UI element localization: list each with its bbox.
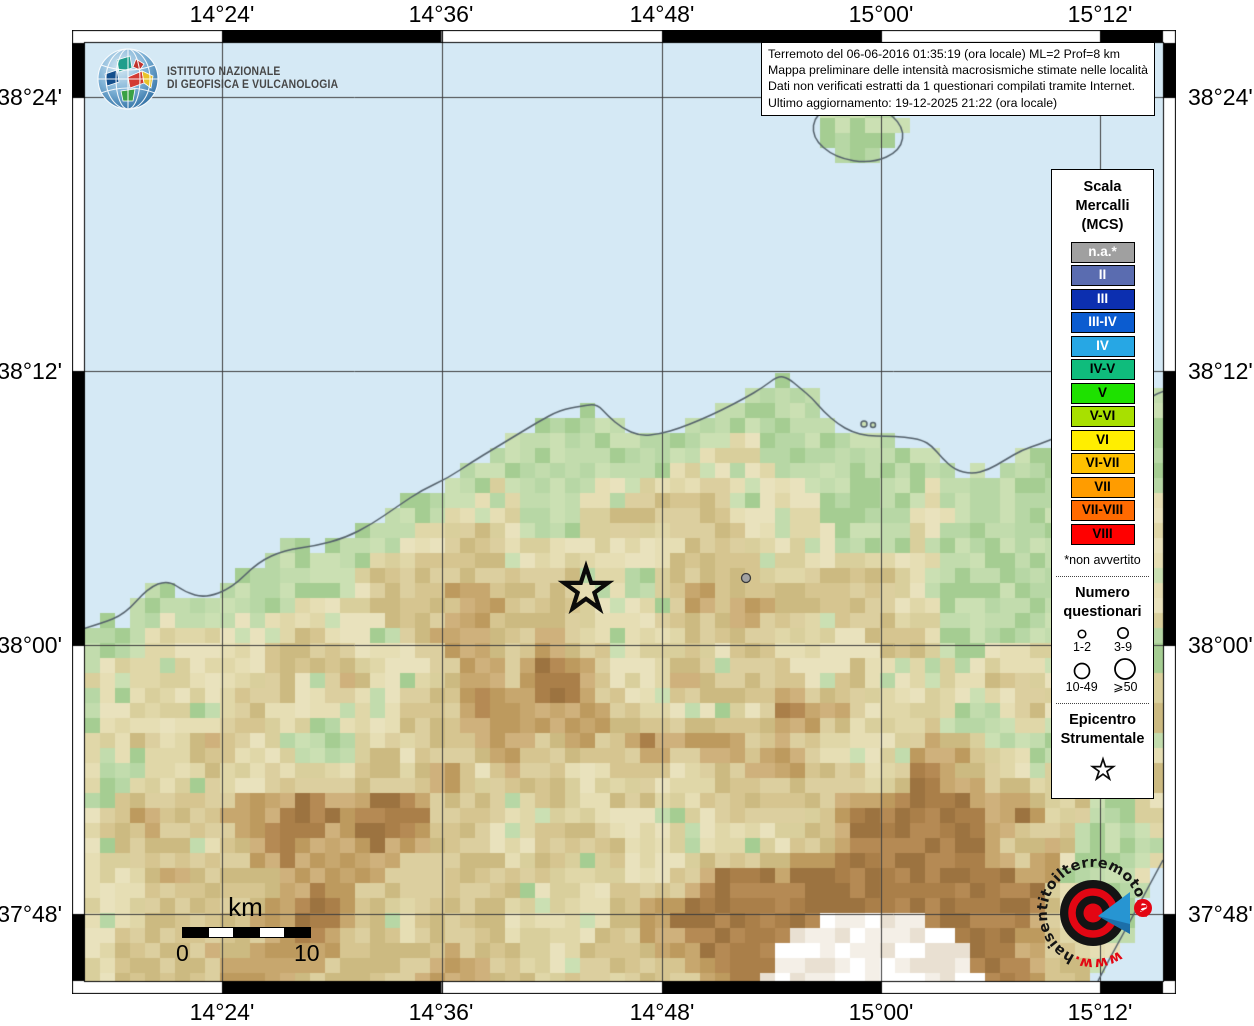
mcs-scale-item-iii-iv: III-IV xyxy=(1071,312,1135,333)
questionnaire-count-3-9: 3-9 xyxy=(1112,624,1134,654)
map-area: ? www.haisentitoilterremoto.it xyxy=(72,30,1176,994)
mcs-scale-item-ii: II xyxy=(1071,265,1135,286)
event-info-line2: Mappa preliminare delle intensità macros… xyxy=(768,62,1148,78)
scalebar-seg xyxy=(285,928,310,937)
scalebar-seg xyxy=(183,928,209,937)
event-info-line3: Dati non verificati estratti da 1 questi… xyxy=(768,78,1148,94)
event-info-box: Terremoto del 06-06-2016 01:35:19 (ora l… xyxy=(761,42,1155,116)
questionnaires-title-line1: Numero xyxy=(1052,584,1153,603)
axis-label-right-lat2: 38°12' xyxy=(1188,358,1253,385)
axis-label-right-lat4: 37°48' xyxy=(1188,901,1253,928)
questionnaire-count-1-2: 1-2 xyxy=(1071,626,1093,654)
scalebar-bar xyxy=(182,927,311,938)
epicenter-legend-star-icon xyxy=(1089,755,1117,783)
axis-label-top-lon4: 15°00' xyxy=(821,1,941,28)
mcs-scale-item-vi-vii: VI-VII xyxy=(1071,453,1135,474)
axis-label-bottom-lon1: 14°24' xyxy=(162,999,282,1026)
axis-label-right-lat3: 38°00' xyxy=(1188,632,1253,659)
scalebar-seg xyxy=(209,928,235,937)
axis-label-top-lon2: 14°36' xyxy=(381,1,501,28)
axis-label-bottom-lon3: 14°48' xyxy=(602,999,722,1026)
axis-label-right-lat1: 38°24' xyxy=(1188,84,1253,111)
legend-title-line2: Mercalli xyxy=(1052,197,1153,216)
event-info-line1: Terremoto del 06-06-2016 01:35:19 (ora l… xyxy=(768,46,1148,62)
questionnaire-circle-medium-icon xyxy=(1112,624,1134,640)
questionnaires-title-line2: questionari xyxy=(1052,603,1153,622)
epicenter-title-line1: Epicentro xyxy=(1052,711,1153,730)
mcs-scale-item-iii: III xyxy=(1071,289,1135,310)
ingv-title-line1: ISTITUTO NAZIONALE xyxy=(167,66,338,80)
map-scalebar: km 0 10 xyxy=(172,892,332,966)
axis-label-top-lon5: 15°12' xyxy=(1040,1,1160,28)
axis-label-bottom-lon2: 14°36' xyxy=(381,999,501,1026)
mcs-scale-item-iv: IV xyxy=(1071,336,1135,357)
scalebar-seg xyxy=(260,928,286,937)
questionnaire-circle-xlarge-icon xyxy=(1111,656,1139,680)
axis-label-left-lat1: 38°24' xyxy=(0,84,62,111)
mcs-scale-item-v-vi: V-VI xyxy=(1071,406,1135,427)
questionnaire-count-label: 10-49 xyxy=(1066,680,1098,694)
legend-divider2 xyxy=(1056,703,1149,704)
legend-title-line1: Scala xyxy=(1052,178,1153,197)
ingv-logo: ISTITUTO NAZIONALE DI GEOFISICA E VULCAN… xyxy=(96,47,357,111)
questionnaire-count-50plus: ⩾50 xyxy=(1111,656,1139,694)
questionnaire-circle-small-icon xyxy=(1071,626,1093,640)
axis-label-left-lat4: 37°48' xyxy=(0,901,62,928)
axis-label-left-lat2: 38°12' xyxy=(0,358,62,385)
mcs-scale-item-na: n.a.* xyxy=(1071,242,1135,263)
scalebar-end-label: 10 xyxy=(294,940,320,967)
axis-label-left-lat3: 38°00' xyxy=(0,632,62,659)
mcs-scale-item-viii: VIII xyxy=(1071,524,1135,545)
map-terrain-canvas xyxy=(72,30,1176,994)
questionnaire-count-10-49: 10-49 xyxy=(1066,660,1098,694)
scalebar-start-label: 0 xyxy=(176,940,189,967)
scalebar-seg xyxy=(234,928,260,937)
page: { "axes": { "lon": ["14\u00b024'", "14\u… xyxy=(0,0,1254,1024)
mcs-scale-item-vii: VII xyxy=(1071,477,1135,498)
mcs-scale-item-v: V xyxy=(1071,383,1135,404)
axis-label-top-lon3: 14°48' xyxy=(602,1,722,28)
mcs-scale-item-iv-v: IV-V xyxy=(1071,359,1135,380)
axis-label-top-lon1: 14°24' xyxy=(162,1,282,28)
legend-title-line3: (MCS) xyxy=(1052,216,1153,235)
questionnaire-count-label: 3-9 xyxy=(1112,640,1134,654)
legend-footnote: *non avvertito xyxy=(1052,553,1153,567)
axis-label-bottom-lon4: 15°00' xyxy=(821,999,941,1026)
ingv-title-line2: DI GEOFISICA E VULCANOLOGIA xyxy=(167,79,338,93)
questionnaire-count-label: ⩾50 xyxy=(1111,680,1139,694)
mcs-scale-item-vii-viii: VII-VIII xyxy=(1071,500,1135,521)
mcs-scale-item-vi: VI xyxy=(1071,430,1135,451)
scalebar-unit: km xyxy=(182,892,309,923)
legend-divider xyxy=(1056,576,1149,577)
mcs-legend: Scala Mercalli (MCS) n.a.* II III III-IV… xyxy=(1051,169,1154,799)
ingv-title: ISTITUTO NAZIONALE DI GEOFISICA E VULCAN… xyxy=(167,66,338,93)
ingv-globe-icon xyxy=(96,47,160,111)
questionnaire-circle-large-icon xyxy=(1069,660,1095,680)
axis-label-bottom-lon5: 15°12' xyxy=(1040,999,1160,1026)
epicenter-title-line2: Strumentale xyxy=(1052,730,1153,749)
event-info-line4: Ultimo aggiornamento: 19-12-2025 21:22 (… xyxy=(768,95,1148,111)
questionnaire-count-label: 1-2 xyxy=(1071,640,1093,654)
